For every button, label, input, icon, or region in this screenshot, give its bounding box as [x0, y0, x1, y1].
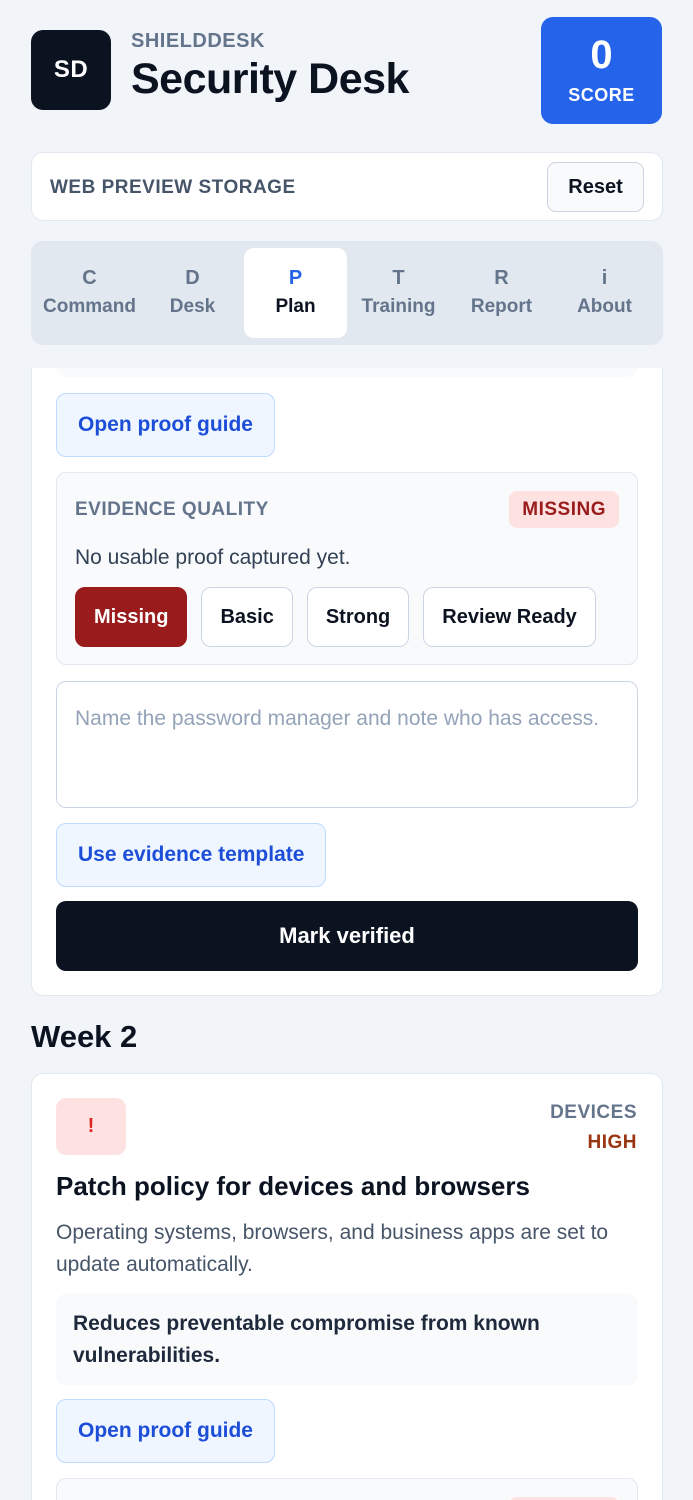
tab-key: C: [82, 267, 97, 289]
storage-label: WEB PREVIEW STORAGE: [50, 177, 296, 198]
evidence-quality-panel: EVIDENCE QUALITY MISSING No usable proof…: [56, 472, 638, 665]
task-card: Open proof guide EVIDENCE QUALITY MISSIN…: [31, 368, 663, 996]
brand-kicker: SHIELDDESK: [131, 30, 265, 52]
mark-verified-button[interactable]: Mark verified: [56, 901, 638, 971]
quality-review-ready-button[interactable]: Review Ready: [423, 587, 596, 647]
app-logo: SD: [31, 30, 111, 110]
evidence-quality-panel: [56, 1478, 638, 1500]
tab-label: Command: [43, 296, 136, 317]
tab-desk[interactable]: D Desk: [141, 248, 244, 338]
tab-label: Report: [470, 296, 533, 317]
quality-missing-button[interactable]: Missing: [75, 587, 188, 647]
use-evidence-template-button[interactable]: Use evidence template: [56, 823, 327, 887]
evidence-status-text: No usable proof captured yet.: [75, 546, 351, 569]
tab-about[interactable]: i About: [553, 248, 656, 338]
tab-key: D: [185, 267, 200, 289]
tab-label: Training: [361, 296, 436, 317]
page-title: Security Desk: [131, 55, 409, 103]
impact-box: Reduces preventable compromise from know…: [56, 1294, 638, 1385]
tab-report[interactable]: R Report: [450, 248, 553, 338]
task-title: Patch policy for devices and browsers: [56, 1171, 530, 1201]
quality-options: Missing Basic Strong Review Ready: [75, 587, 596, 647]
task-card: ! DEVICES HIGH Patch policy for devices …: [31, 1073, 663, 1500]
tab-plan[interactable]: P Plan: [244, 248, 347, 338]
quality-basic-button[interactable]: Basic: [201, 587, 293, 647]
task-category: DEVICES: [550, 1102, 637, 1123]
score-value: 0: [590, 33, 613, 77]
impact-box: [56, 368, 638, 377]
tab-key: T: [392, 267, 405, 289]
brand: SHIELDDESK Security Desk: [131, 30, 409, 104]
status-badge: MISSING: [509, 491, 619, 528]
tab-label: Desk: [169, 296, 216, 317]
tab-key: R: [494, 267, 509, 289]
open-proof-guide-button[interactable]: Open proof guide: [56, 1399, 275, 1463]
tab-label: Plan: [275, 296, 316, 317]
alert-icon: !: [56, 1098, 126, 1155]
week-heading: Week 2: [31, 1019, 138, 1054]
tab-label: About: [577, 296, 632, 317]
app-header: SD SHIELDDESK Security Desk 0 SCORE: [31, 17, 662, 124]
tab-bar: C Command D Desk P Plan T Training R Rep…: [31, 241, 663, 345]
storage-bar: WEB PREVIEW STORAGE Reset: [31, 152, 663, 221]
tab-command[interactable]: C Command: [38, 248, 141, 338]
open-proof-guide-button[interactable]: Open proof guide: [56, 393, 275, 457]
evidence-notes-field[interactable]: [56, 681, 638, 808]
quality-strong-button[interactable]: Strong: [306, 587, 410, 647]
app-screen: SD SHIELDDESK Security Desk 0 SCORE WEB …: [0, 0, 693, 1500]
tab-training[interactable]: T Training: [347, 248, 450, 338]
task-priority: HIGH: [587, 1132, 637, 1153]
score-card: 0 SCORE: [541, 17, 662, 124]
score-label: SCORE: [568, 85, 635, 105]
tab-key: P: [288, 267, 303, 289]
plan-scroll-area[interactable]: Open proof guide EVIDENCE QUALITY MISSIN…: [0, 368, 693, 1500]
tab-key: i: [601, 267, 608, 289]
task-description: Operating systems, browsers, and busines…: [56, 1221, 609, 1276]
evidence-quality-title: EVIDENCE QUALITY: [75, 499, 269, 520]
reset-button[interactable]: Reset: [547, 162, 644, 212]
